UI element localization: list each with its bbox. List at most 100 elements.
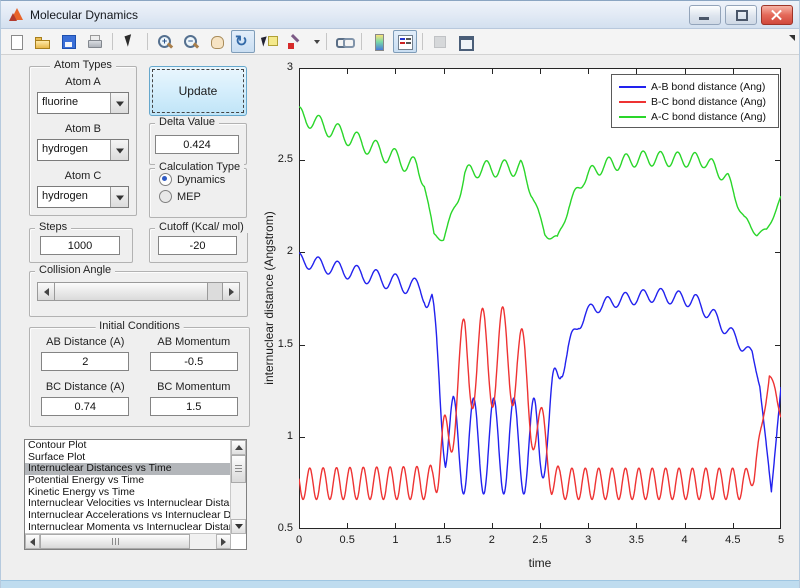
title-bar: Molecular Dynamics xyxy=(1,1,799,29)
y-tick-label: 1 xyxy=(286,429,293,442)
plot-region: time internuclear distance (Angstrom) A-… xyxy=(257,55,799,588)
chart-axes xyxy=(298,68,782,530)
y-tick-label: 3 xyxy=(286,61,293,73)
atom-dropdown[interactable]: fluorine xyxy=(37,92,129,114)
insert-legend-button[interactable] xyxy=(393,30,417,53)
legend-entry: B-C bond distance (Ang) xyxy=(612,94,778,109)
atom-dropdown[interactable]: hydrogen xyxy=(37,186,129,208)
dropdown-value: fluorine xyxy=(42,96,79,108)
dropdown-button[interactable] xyxy=(110,93,128,113)
atom-dropdown[interactable]: hydrogen xyxy=(37,139,129,161)
scroll-right-button[interactable] xyxy=(216,534,231,549)
list-item[interactable]: Internuclear Velocities vs Internuclear … xyxy=(25,498,231,510)
legend-line-sample xyxy=(619,100,646,103)
scroll-left-button[interactable] xyxy=(25,534,40,549)
chart-legend[interactable]: A-B bond distance (Ang) B-C bond distance… xyxy=(611,74,779,128)
collision-angle-slider[interactable] xyxy=(37,282,240,301)
atom-label: Atom A xyxy=(65,76,101,88)
x-tick-label: 5 xyxy=(777,534,785,546)
atom-combo-group: Atom A fluorine xyxy=(30,76,136,114)
horizontal-scrollbar[interactable] xyxy=(25,533,231,549)
print-button[interactable] xyxy=(83,30,107,53)
panel-title: Delta Value xyxy=(155,116,220,128)
field-label: BC Momentum xyxy=(157,381,231,393)
arrow-up-icon xyxy=(234,445,243,450)
brush-button[interactable] xyxy=(283,30,307,53)
y-tick-label: 0.5 xyxy=(277,522,293,534)
x-tick-label: 0.5 xyxy=(339,534,355,546)
value-field[interactable]: -0.5 xyxy=(149,352,238,371)
list-item[interactable]: Internuclear Accelerations vs Internucle… xyxy=(25,510,231,522)
value-field[interactable]: 1.5 xyxy=(149,397,238,416)
arrow-down-icon xyxy=(234,524,243,529)
insert-colorbar-button[interactable] xyxy=(367,30,391,53)
legend-label: B-C bond distance (Ang) xyxy=(651,95,766,108)
radio-label: Dynamics xyxy=(177,173,226,186)
link-plots-button[interactable] xyxy=(332,30,356,53)
legend-line-sample xyxy=(619,85,646,88)
pan-hand-button[interactable] xyxy=(205,30,229,53)
minimize-button[interactable] xyxy=(689,5,721,25)
close-button[interactable] xyxy=(761,5,793,25)
init-condition-cell: AB Distance (A) 2 xyxy=(38,336,133,375)
data-cursor-button[interactable] xyxy=(257,30,281,53)
list-item[interactable]: Surface Plot xyxy=(25,452,231,464)
radio-option[interactable]: Dynamics xyxy=(159,173,246,186)
zoom-out-button[interactable] xyxy=(179,30,203,53)
vertical-scroll-thumb[interactable] xyxy=(231,455,246,483)
cutoff-panel: Cutoff (Kcal/ mol) -20 xyxy=(149,221,248,263)
dropdown-button[interactable] xyxy=(110,140,128,160)
dock-figure-button[interactable] xyxy=(454,30,478,53)
initial-conditions-panel: Initial Conditions AB Distance (A) 2 AB Mo… xyxy=(29,320,250,427)
toolbar-overflow-arrow-icon[interactable] xyxy=(789,35,795,41)
window-bottom-border xyxy=(1,580,799,588)
window-title: Molecular Dynamics xyxy=(30,7,139,22)
dropdown-caret-icon xyxy=(310,33,320,51)
x-tick-label: 0 xyxy=(295,534,303,546)
value-field[interactable]: 0.74 xyxy=(41,397,130,416)
arrow-right-icon xyxy=(221,537,226,546)
steps-field[interactable]: 1000 xyxy=(40,236,120,255)
dropdown-value: hydrogen xyxy=(42,143,88,155)
list-item[interactable]: Kinetic Energy vs Time xyxy=(25,487,231,499)
save-button[interactable] xyxy=(57,30,81,53)
x-tick-label: 3 xyxy=(585,534,592,546)
panel-title: Collision Angle xyxy=(35,264,116,276)
rotate-3d-button[interactable] xyxy=(231,30,255,53)
dropdown-caret-button[interactable] xyxy=(309,30,321,53)
delta-value-field[interactable]: 0.424 xyxy=(155,135,239,154)
panel-title: Cutoff (Kcal/ mol) xyxy=(155,221,248,233)
vertical-scrollbar[interactable] xyxy=(230,440,246,534)
value-field[interactable]: 2 xyxy=(41,352,130,371)
matlab-logo-icon xyxy=(9,8,24,21)
scroll-down-button[interactable] xyxy=(231,519,246,534)
chevron-down-icon xyxy=(115,148,124,154)
update-button[interactable]: Update xyxy=(149,66,247,116)
series-line xyxy=(298,306,782,501)
list-item[interactable]: Potential Energy vs Time xyxy=(25,475,231,487)
calculation-type-panel: Calculation Type Dynamics MEP xyxy=(149,161,247,218)
new-document-button[interactable] xyxy=(5,30,29,53)
scroll-up-button[interactable] xyxy=(231,440,246,455)
dropdown-button[interactable] xyxy=(110,187,128,207)
maximize-button[interactable] xyxy=(725,5,757,25)
list-item[interactable]: Internuclear Distances vs Time xyxy=(25,463,231,476)
slider-right-arrow[interactable] xyxy=(222,283,239,300)
print-icon xyxy=(86,33,104,51)
horizontal-scroll-thumb[interactable] xyxy=(40,534,190,549)
radio-option[interactable]: MEP xyxy=(159,190,246,203)
zoom-in-button[interactable] xyxy=(153,30,177,53)
slider-left-arrow[interactable] xyxy=(38,283,55,300)
x-tick-label: 1.5 xyxy=(435,534,452,546)
cutoff-field[interactable]: -20 xyxy=(158,236,237,255)
field-label: AB Distance (A) xyxy=(46,336,125,348)
slider-thumb[interactable] xyxy=(55,283,208,300)
y-tick-label: 2.5 xyxy=(277,153,293,166)
x-tick-label: 4 xyxy=(681,534,688,546)
open-file-button[interactable] xyxy=(31,30,55,53)
plot-type-listbox[interactable]: Contour Plot Surface Plot Internuclear Dis… xyxy=(24,439,247,550)
list-item[interactable]: Internuclear Momenta vs Internuclear Dis… xyxy=(25,522,231,534)
pointer-button[interactable] xyxy=(118,30,142,53)
list-item[interactable]: Contour Plot xyxy=(25,440,231,452)
x-tick-label: 2.5 xyxy=(532,534,548,546)
